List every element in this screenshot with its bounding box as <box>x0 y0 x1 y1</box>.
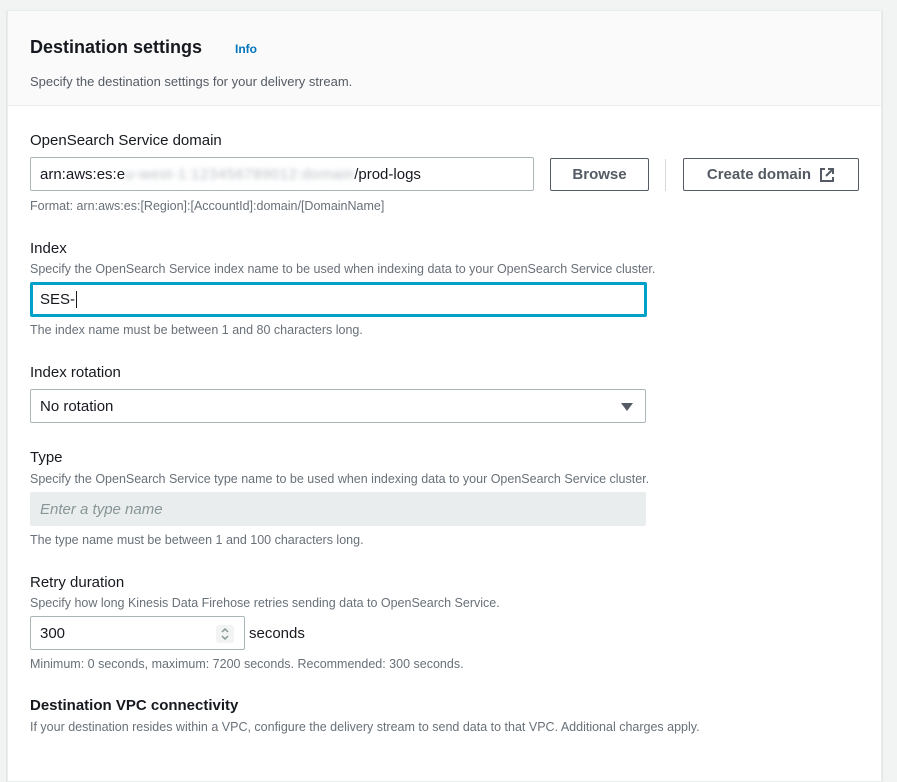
index-value: SES- <box>40 291 76 308</box>
create-domain-label: Create domain <box>706 166 812 183</box>
index-description: Specify the OpenSearch Service index nam… <box>30 262 656 276</box>
index-rotation-selected: No rotation <box>40 397 114 415</box>
type-constraint: The type name must be between 1 and 100 … <box>30 533 364 547</box>
button-divider <box>665 159 666 191</box>
index-label: Index <box>30 240 67 257</box>
type-description: Specify the OpenSearch Service type name… <box>30 472 650 486</box>
vpc-connectivity-description: If your destination resides within a VPC… <box>30 720 700 734</box>
caret-down-icon <box>621 403 633 411</box>
panel-header: Destination settings Info Specify the de… <box>8 11 881 106</box>
external-link-icon <box>819 167 835 183</box>
retry-duration-description: Specify how long Kinesis Data Firehose r… <box>30 596 500 610</box>
type-input[interactable]: Enter a type name <box>30 492 646 526</box>
domain-value-prefix: arn:aws:es:e <box>40 165 126 183</box>
type-placeholder: Enter a type name <box>40 500 163 518</box>
domain-label: OpenSearch Service domain <box>30 132 222 149</box>
browse-button[interactable]: Browse <box>550 158 649 191</box>
retry-duration-label: Retry duration <box>30 574 125 591</box>
number-stepper[interactable] <box>216 625 234 643</box>
vpc-connectivity-label: Destination VPC connectivity <box>30 697 239 714</box>
retry-duration-unit: seconds <box>249 625 305 642</box>
info-link[interactable]: Info <box>235 42 257 56</box>
index-input[interactable]: SES- <box>30 282 647 317</box>
index-rotation-label: Index rotation <box>30 364 121 381</box>
index-rotation-select[interactable]: No rotation <box>30 389 646 423</box>
text-caret <box>76 291 78 308</box>
domain-input[interactable]: arn:aws:es:e u-west-1:123456789012:domain… <box>30 157 534 191</box>
type-label: Type <box>30 449 63 466</box>
domain-value-suffix: /prod-logs <box>354 165 421 183</box>
stepper-arrows-icon <box>221 627 229 641</box>
retry-duration-constraint: Minimum: 0 seconds, maximum: 7200 second… <box>30 657 464 671</box>
panel-description: Specify the destination settings for you… <box>30 74 353 89</box>
retry-duration-value: 300 <box>40 624 66 642</box>
domain-value-redacted: u-west-1:123456789012:domain <box>125 165 355 183</box>
domain-format-hint: Format: arn:aws:es:[Region]:[AccountId]:… <box>30 199 385 213</box>
destination-settings-panel: Destination settings Info Specify the de… <box>7 10 882 782</box>
index-constraint: The index name must be between 1 and 80 … <box>30 323 363 337</box>
panel-title: Destination settings <box>30 37 203 57</box>
page-background-strip <box>0 0 897 10</box>
retry-duration-input[interactable]: 300 <box>30 616 245 650</box>
create-domain-button[interactable]: Create domain <box>683 158 859 191</box>
